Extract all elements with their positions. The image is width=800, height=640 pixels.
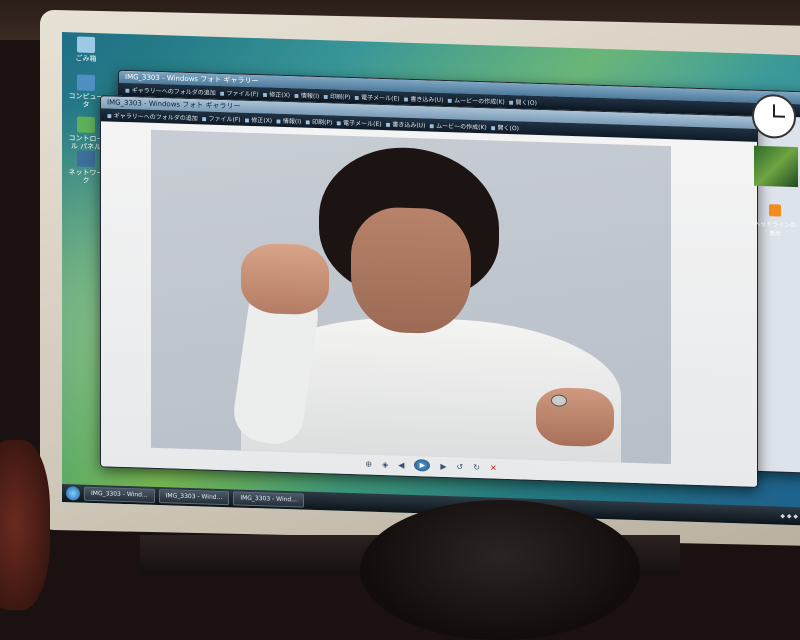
menu-item-fix[interactable]: 修正(X) bbox=[245, 115, 272, 125]
sidebar-slideshow-gadget[interactable] bbox=[754, 145, 798, 188]
rotate-left-icon[interactable]: ↺ bbox=[457, 462, 464, 471]
desktop-icon-label: ネットワーク bbox=[68, 168, 104, 185]
menu-item-info[interactable]: 情報(I) bbox=[276, 116, 301, 126]
rotate-right-icon[interactable]: ↻ bbox=[473, 462, 480, 471]
zoom-icon[interactable]: ⊕ bbox=[365, 459, 372, 468]
back-menu-item[interactable]: 電子メール(E) bbox=[354, 92, 399, 102]
menu-item-open[interactable]: 開く(O) bbox=[491, 122, 519, 133]
sidebar-feed-gadget[interactable]: ヘッドラインの表示 bbox=[752, 204, 798, 238]
displayed-photo bbox=[151, 129, 671, 465]
recycle-bin-icon bbox=[77, 36, 95, 54]
desktop-icon-label: コンピュータ bbox=[68, 92, 104, 109]
desktop-icon-control-panel[interactable]: コントロール パネル bbox=[68, 116, 104, 151]
back-menu-item[interactable]: ムービーの作成(K) bbox=[447, 95, 505, 106]
clock-minute-hand bbox=[773, 115, 785, 118]
menu-item-email[interactable]: 電子メール(E) bbox=[336, 118, 381, 128]
foreground-person-left bbox=[0, 440, 50, 610]
menu-item-make-movie[interactable]: ムービーの作成(K) bbox=[429, 121, 487, 132]
back-menu-item[interactable]: 情報(I) bbox=[294, 90, 319, 101]
desktop-icon-computer[interactable]: コンピュータ bbox=[68, 74, 104, 109]
taskbar-item[interactable]: IMG_3303 - Wind... bbox=[233, 491, 304, 508]
previous-icon[interactable]: ◀ bbox=[398, 460, 404, 469]
start-button[interactable] bbox=[66, 486, 80, 501]
monitor-screen: ごみ箱 コンピュータ コントロール パネル ネットワーク IMG_3303 - … bbox=[62, 32, 800, 526]
desktop-icon-label: ごみ箱 bbox=[75, 54, 97, 64]
back-menu-item[interactable]: 書き込み(U) bbox=[404, 94, 443, 104]
menu-item-file[interactable]: ファイル(F) bbox=[202, 113, 240, 124]
rss-icon bbox=[769, 204, 781, 217]
photo-subject-right-fist bbox=[536, 386, 614, 448]
desktop-icon-network[interactable]: ネットワーク bbox=[68, 150, 104, 185]
taskbar-item[interactable]: IMG_3303 - Wind... bbox=[158, 489, 230, 506]
front-photo-gallery-window[interactable]: IMG_3303 - Windows フォト ギャラリー ギャラリーへのフォルダ… bbox=[100, 95, 758, 488]
feed-gadget-label: ヘッドラインの表示 bbox=[753, 220, 796, 238]
back-menu-item[interactable]: 印刷(P) bbox=[323, 91, 350, 101]
back-menu-item[interactable]: 開く(O) bbox=[509, 97, 537, 107]
next-icon[interactable]: ▶ bbox=[440, 461, 446, 470]
photo-subject-face bbox=[351, 206, 471, 335]
menu-item-add-folder[interactable]: ギャラリーへのフォルダの追加 bbox=[107, 110, 198, 123]
photo-viewer-area: ⊕ ◈ ◀ ▶ ▶ ↺ ↻ ✕ bbox=[101, 122, 757, 487]
system-tray[interactable]: ◆ ◆ ◆ bbox=[780, 512, 798, 520]
slideshow-play-icon[interactable]: ▶ bbox=[414, 459, 431, 472]
desktop-icon-label: コントロール パネル bbox=[68, 134, 104, 152]
control-panel-icon bbox=[77, 116, 95, 134]
menu-item-print[interactable]: 印刷(P) bbox=[305, 117, 332, 127]
back-menu-item[interactable]: 修正(X) bbox=[263, 89, 290, 100]
sidebar-clock-gadget[interactable] bbox=[752, 93, 796, 140]
taskbar-item[interactable]: IMG_3303 - Wind... bbox=[84, 486, 155, 503]
back-menu-item[interactable]: ファイル(F) bbox=[220, 88, 258, 98]
delete-icon[interactable]: ✕ bbox=[490, 463, 497, 472]
menu-item-burn[interactable]: 書き込み(U) bbox=[386, 119, 425, 129]
photo-subject-left-fist bbox=[241, 242, 329, 316]
computer-icon bbox=[77, 74, 95, 92]
desktop-icon-recycle-bin[interactable]: ごみ箱 bbox=[68, 36, 104, 63]
foreground-audience-head bbox=[360, 500, 640, 640]
network-icon bbox=[77, 150, 95, 168]
photo-subject-ring bbox=[551, 394, 567, 407]
back-menu-item[interactable]: ギャラリーへのフォルダの追加 bbox=[125, 85, 216, 97]
fit-window-icon[interactable]: ◈ bbox=[382, 460, 388, 469]
